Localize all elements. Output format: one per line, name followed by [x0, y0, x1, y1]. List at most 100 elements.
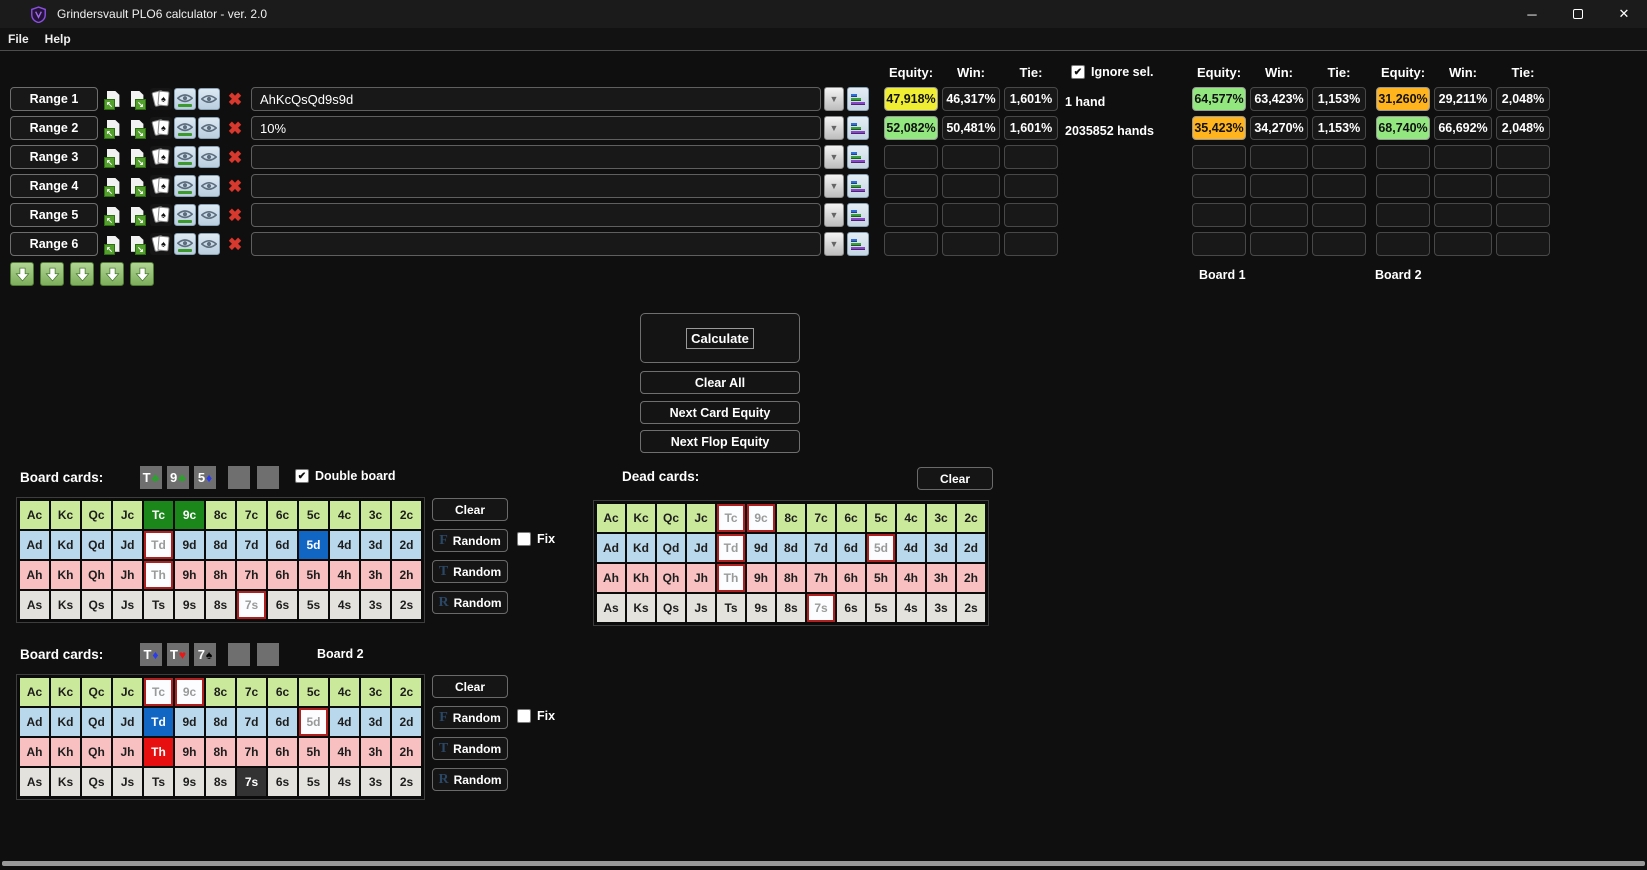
card-Kd[interactable]: Kd: [51, 531, 80, 559]
view-range-icon[interactable]: [198, 175, 220, 197]
hand-cards-icon[interactable]: ♠: [150, 233, 172, 255]
card-Th[interactable]: Th: [144, 561, 173, 589]
card-Qs[interactable]: Qs: [82, 768, 111, 796]
card-Tc[interactable]: Tc: [717, 504, 745, 532]
card-4h[interactable]: 4h: [897, 564, 925, 592]
card-Ks[interactable]: Ks: [51, 768, 80, 796]
send-to-range-button[interactable]: [100, 262, 124, 286]
card-9c[interactable]: 9c: [175, 678, 204, 706]
card-2c[interactable]: 2c: [392, 678, 421, 706]
card-8h[interactable]: 8h: [206, 561, 235, 589]
load-range-icon[interactable]: ↖: [102, 117, 124, 139]
hand-cards-icon[interactable]: ♠: [150, 175, 172, 197]
card-Js[interactable]: Js: [113, 591, 142, 619]
card-3d[interactable]: 3d: [361, 708, 390, 736]
minimize-button[interactable]: ─: [1509, 0, 1555, 28]
show-range-underline-icon[interactable]: [174, 175, 196, 197]
card-Qd[interactable]: Qd: [82, 708, 111, 736]
card-Kc[interactable]: Kc: [51, 678, 80, 706]
double-board-checkbox[interactable]: ✔: [295, 469, 309, 483]
range-button[interactable]: Range 2: [10, 116, 98, 140]
card-9d[interactable]: 9d: [175, 531, 204, 559]
save-range-icon[interactable]: ↘: [126, 117, 148, 139]
board1-river-random-button[interactable]: R Random: [432, 591, 508, 614]
weight-distribution-icon[interactable]: [847, 87, 869, 111]
card-Ad[interactable]: Ad: [20, 531, 49, 559]
send-to-range-button[interactable]: [70, 262, 94, 286]
card-7s[interactable]: 7s: [807, 594, 835, 622]
view-range-icon[interactable]: [198, 117, 220, 139]
range-dropdown-button[interactable]: ▼: [824, 203, 844, 227]
clear-range-icon[interactable]: ✖: [224, 175, 246, 197]
card-Qc[interactable]: Qc: [82, 678, 111, 706]
card-Qh[interactable]: Qh: [82, 738, 111, 766]
card-Kh[interactable]: Kh: [627, 564, 655, 592]
view-range-icon[interactable]: [198, 204, 220, 226]
card-5d[interactable]: 5d: [299, 531, 328, 559]
card-4d[interactable]: 4d: [330, 708, 359, 736]
card-9d[interactable]: 9d: [747, 534, 775, 562]
card-Ks[interactable]: Ks: [627, 594, 655, 622]
menu-file[interactable]: File: [0, 30, 37, 48]
card-6h[interactable]: 6h: [837, 564, 865, 592]
horizontal-scrollbar[interactable]: [2, 861, 1645, 866]
card-4c[interactable]: 4c: [897, 504, 925, 532]
card-4c[interactable]: 4c: [330, 501, 359, 529]
card-2s[interactable]: 2s: [392, 591, 421, 619]
dead-clear-button[interactable]: Clear: [917, 467, 993, 490]
load-range-icon[interactable]: ↖: [102, 204, 124, 226]
card-Ts[interactable]: Ts: [144, 591, 173, 619]
clear-range-icon[interactable]: ✖: [224, 117, 246, 139]
range-input[interactable]: [251, 116, 821, 140]
weight-distribution-icon[interactable]: [847, 174, 869, 198]
clear-range-icon[interactable]: ✖: [224, 146, 246, 168]
card-Kd[interactable]: Kd: [627, 534, 655, 562]
card-2d[interactable]: 2d: [392, 531, 421, 559]
card-3s[interactable]: 3s: [361, 768, 390, 796]
card-Qs[interactable]: Qs: [82, 591, 111, 619]
close-button[interactable]: ✕: [1601, 0, 1647, 28]
next-card-equity-button[interactable]: Next Card Equity: [640, 401, 800, 424]
card-9d[interactable]: 9d: [175, 708, 204, 736]
card-Qs[interactable]: Qs: [657, 594, 685, 622]
range-dropdown-button[interactable]: ▼: [824, 145, 844, 169]
card-9h[interactable]: 9h: [747, 564, 775, 592]
card-9c[interactable]: 9c: [175, 501, 204, 529]
card-4d[interactable]: 4d: [897, 534, 925, 562]
hand-cards-icon[interactable]: ♠: [150, 117, 172, 139]
weight-distribution-icon[interactable]: [847, 203, 869, 227]
card-6c[interactable]: 6c: [837, 504, 865, 532]
card-3d[interactable]: 3d: [361, 531, 390, 559]
card-8d[interactable]: 8d: [777, 534, 805, 562]
card-9c[interactable]: 9c: [747, 504, 775, 532]
card-Qh[interactable]: Qh: [82, 561, 111, 589]
card-Kh[interactable]: Kh: [51, 738, 80, 766]
range-input[interactable]: [251, 87, 821, 111]
card-6s[interactable]: 6s: [837, 594, 865, 622]
card-Tc[interactable]: Tc: [144, 678, 173, 706]
range-button[interactable]: Range 6: [10, 232, 98, 256]
card-Td[interactable]: Td: [144, 531, 173, 559]
card-Js[interactable]: Js: [113, 768, 142, 796]
card-Jd[interactable]: Jd: [113, 708, 142, 736]
card-5h[interactable]: 5h: [299, 561, 328, 589]
weight-distribution-icon[interactable]: [847, 145, 869, 169]
clear-all-button[interactable]: Clear All: [640, 371, 800, 394]
card-3s[interactable]: 3s: [927, 594, 955, 622]
card-6s[interactable]: 6s: [268, 768, 297, 796]
card-8d[interactable]: 8d: [206, 531, 235, 559]
card-Ac[interactable]: Ac: [597, 504, 625, 532]
load-range-icon[interactable]: ↖: [102, 88, 124, 110]
card-8s[interactable]: 8s: [206, 591, 235, 619]
card-3c[interactable]: 3c: [927, 504, 955, 532]
card-2s[interactable]: 2s: [957, 594, 985, 622]
card-Qd[interactable]: Qd: [82, 531, 111, 559]
card-Ts[interactable]: Ts: [717, 594, 745, 622]
card-7h[interactable]: 7h: [807, 564, 835, 592]
card-4c[interactable]: 4c: [330, 678, 359, 706]
card-8c[interactable]: 8c: [206, 678, 235, 706]
card-Ad[interactable]: Ad: [597, 534, 625, 562]
range-input[interactable]: [251, 145, 821, 169]
hand-cards-icon[interactable]: ♠: [150, 146, 172, 168]
weight-distribution-icon[interactable]: [847, 232, 869, 256]
